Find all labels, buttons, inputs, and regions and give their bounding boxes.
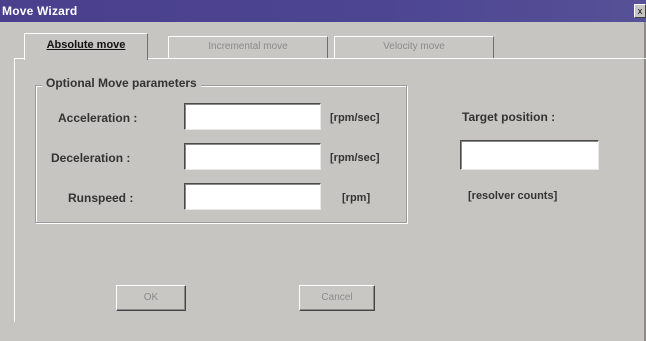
tab-velocity-move[interactable]: Velocity move: [334, 36, 494, 58]
close-icon[interactable]: x: [634, 4, 646, 18]
move-wizard-dialog: Move Wizard x Absolute move Incremental …: [0, 0, 646, 341]
group-title: Optional Move parameters: [42, 76, 201, 90]
tab-absolute-move[interactable]: Absolute move: [24, 33, 148, 60]
tab-panel-absolute-move: [14, 58, 646, 322]
tab-incremental-move[interactable]: Incremental move: [168, 36, 328, 58]
title-bar[interactable]: Move Wizard x: [0, 0, 646, 22]
window-title: Move Wizard: [2, 4, 78, 18]
